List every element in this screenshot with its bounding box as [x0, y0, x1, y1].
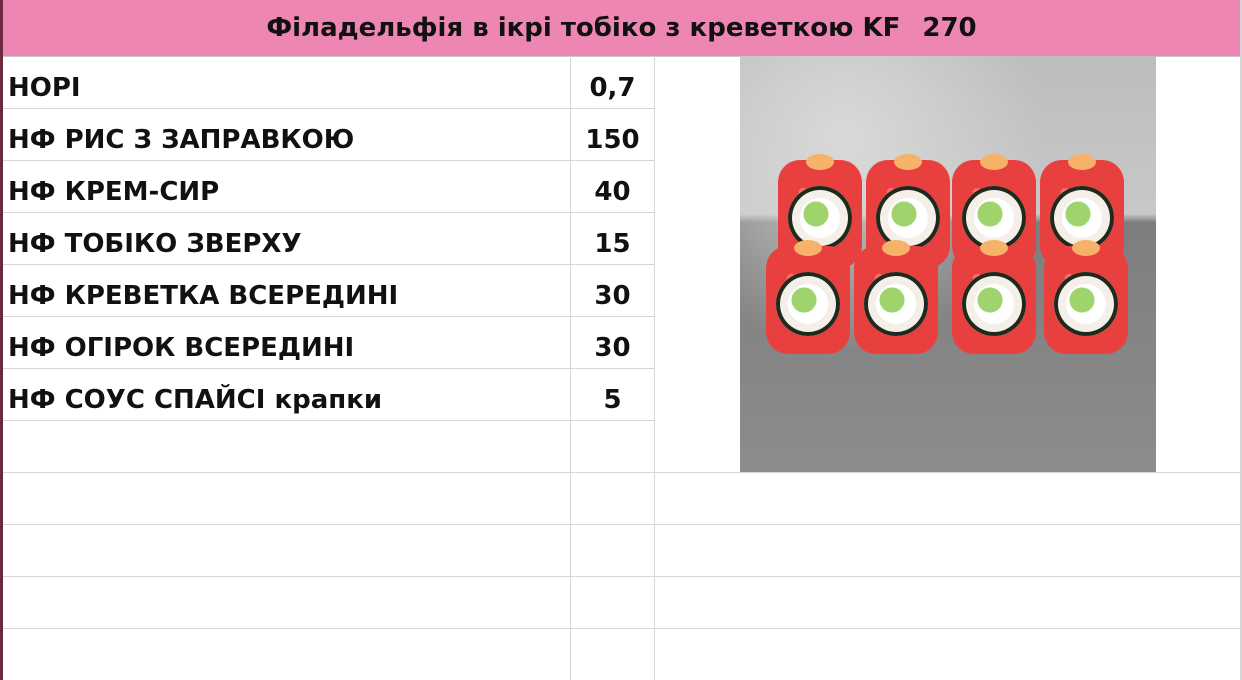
ingredient-qty[interactable]: 150	[571, 114, 654, 166]
ingredient-qty[interactable]: 40	[571, 166, 654, 218]
ingredient-qty[interactable]: 5	[571, 374, 654, 426]
row-divider	[3, 576, 1240, 577]
sushi-roll	[854, 240, 938, 354]
ingredient-name[interactable]: НФ ОГІРОК ВСЕРЕДИНІ	[8, 322, 354, 374]
sushi-roll	[952, 240, 1036, 354]
ingredient-qty[interactable]: 0,7	[571, 62, 654, 114]
dish-title-cell[interactable]: Філадельфія в ікрі тобіко з креветкою KF…	[3, 0, 1240, 57]
ingredient-qty[interactable]: 15	[571, 218, 654, 270]
dish-weight: 270	[922, 13, 977, 43]
sushi-roll	[766, 240, 850, 354]
sushi-roll	[1044, 240, 1128, 354]
column-divider	[654, 56, 655, 680]
ingredient-qty[interactable]: 30	[571, 322, 654, 374]
ingredient-name[interactable]: НФ РИС З ЗАПРАВКОЮ	[8, 114, 354, 166]
row-divider	[3, 524, 1240, 525]
ingredient-name[interactable]: НФ КРЕВЕТКА ВСЕРЕДИНІ	[8, 270, 398, 322]
row-divider	[3, 628, 1240, 629]
ingredient-name[interactable]: НФ ТОБІКО ЗВЕРХУ	[8, 218, 302, 270]
ingredient-qty[interactable]: 30	[571, 270, 654, 322]
ingredient-name[interactable]: НФ КРЕМ-СИР	[8, 166, 219, 218]
row-divider	[3, 108, 654, 109]
dish-name: Філадельфія в ікрі тобіко з креветкою KF	[266, 13, 901, 43]
sheet-left-border	[0, 0, 3, 680]
ingredient-name[interactable]: НОРІ	[8, 62, 81, 114]
sushi-rolls-photo[interactable]	[740, 56, 1156, 472]
row-divider	[3, 472, 1240, 473]
recipe-sheet: Філадельфія в ікрі тобіко з креветкою KF…	[0, 0, 1242, 680]
ingredient-name[interactable]: НФ СОУС СПАЙСІ крапки	[8, 374, 382, 426]
